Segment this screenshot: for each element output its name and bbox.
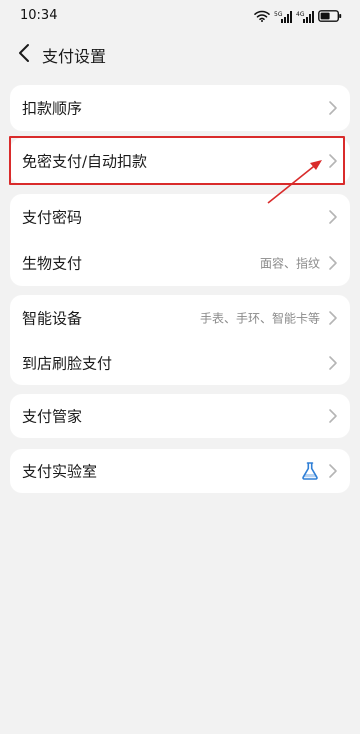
page-title: 支付设置 — [42, 47, 107, 66]
status-time: 10:34 — [20, 8, 58, 23]
back-arrow-icon — [19, 44, 29, 62]
list-item-label: 生物支付 — [22, 254, 83, 273]
status-bar: 10:34 5G 4G — [0, 0, 360, 32]
list-item-value: 面容、指纹 — [259, 256, 320, 271]
signal-4g-icon: 4G — [296, 10, 314, 23]
back-button[interactable] — [12, 40, 36, 66]
list-item-face-payment[interactable]: 到店刷脸支付 — [10, 340, 350, 385]
svg-text:4G: 4G — [296, 11, 305, 18]
list-item-payment-password[interactable]: 支付密码 — [10, 194, 350, 240]
status-icons: 5G 4G — [254, 9, 342, 23]
section-devices: 智能设备 手表、手环、智能卡等 到店刷脸支付 — [10, 295, 350, 385]
list-item-label: 到店刷脸支付 — [22, 354, 113, 372]
flask-icon — [302, 462, 318, 480]
list-item-label: 支付密码 — [22, 208, 83, 227]
section-payment-manager: 支付管家 — [10, 394, 350, 438]
list-item-label: 扣款顺序 — [22, 99, 83, 118]
list-item-biometric-payment[interactable]: 生物支付 面容、指纹 — [10, 240, 350, 286]
signal-5g-icon: 5G — [274, 10, 292, 23]
list-item-smart-devices[interactable]: 智能设备 手表、手环、智能卡等 — [10, 295, 350, 340]
list-item-payment-manager[interactable]: 支付管家 — [10, 394, 350, 438]
svg-text:5G: 5G — [274, 11, 283, 18]
chevron-right-icon — [329, 409, 337, 423]
wifi-icon — [254, 10, 270, 22]
chevron-right-icon — [329, 464, 337, 478]
chevron-right-icon — [329, 210, 337, 224]
header: 支付设置 — [0, 32, 360, 74]
chevron-right-icon — [329, 101, 337, 115]
list-item-payment-lab[interactable]: 支付实验室 — [10, 449, 350, 493]
chevron-right-icon — [329, 256, 337, 270]
list-item-label: 智能设备 — [22, 309, 83, 327]
battery-icon — [318, 10, 342, 22]
list-item-label: 支付实验室 — [22, 462, 98, 481]
list-item-label: 支付管家 — [22, 407, 83, 426]
section-deduction-order: 扣款顺序 — [10, 85, 350, 131]
section-payment-lab: 支付实验室 — [10, 449, 350, 493]
highlight-annotation — [9, 136, 345, 185]
chevron-right-icon — [329, 355, 337, 370]
section-security: 支付密码 生物支付 面容、指纹 — [10, 194, 350, 286]
list-item-deduction-order[interactable]: 扣款顺序 — [10, 85, 350, 131]
chevron-right-icon — [329, 310, 337, 325]
list-item-value: 手表、手环、智能卡等 — [199, 311, 320, 325]
